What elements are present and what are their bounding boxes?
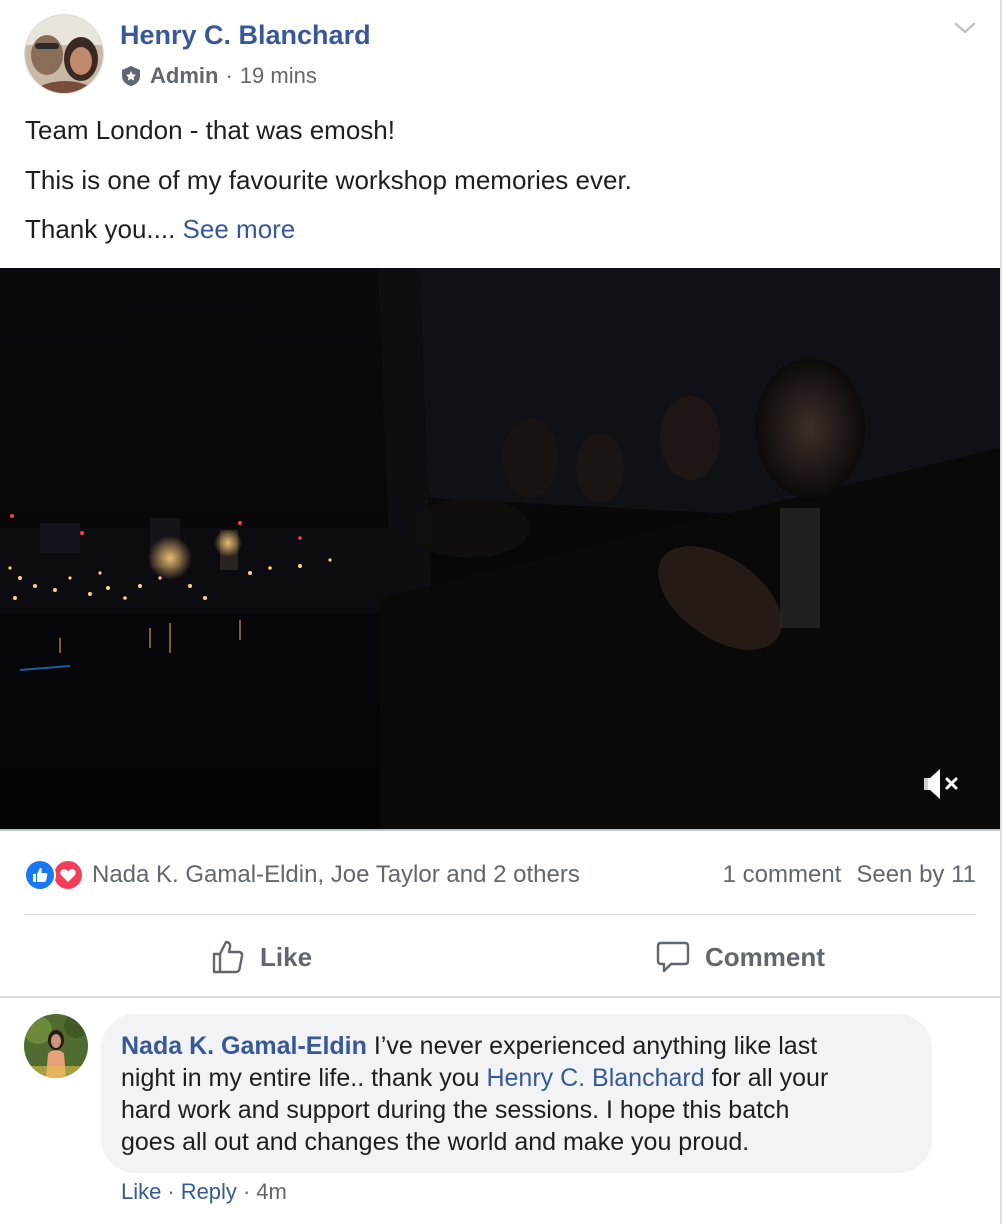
comment-text: I’ve never experienced anything like las… <box>366 1032 818 1060</box>
comment-line: night in my entire life.. thank you Henr… <box>121 1062 912 1094</box>
reactions-summary: Nada K. Gamal-Eldin, Joe Taylor and 2 ot… <box>24 858 976 892</box>
comment-button-label: Comment <box>705 941 825 972</box>
admin-shield-icon <box>120 65 142 87</box>
love-reaction-icon <box>52 859 84 891</box>
comment-line: Nada K. Gamal-Eldin I’ve never experienc… <box>121 1030 912 1062</box>
post-author-name[interactable]: Henry C. Blanchard <box>120 20 371 51</box>
comment-bubble-icon <box>656 941 690 973</box>
reaction-icons[interactable] <box>24 859 84 891</box>
comment-line: hard work and support during the session… <box>121 1096 790 1124</box>
comment-like-link[interactable]: Like <box>121 1179 161 1205</box>
author-avatar[interactable] <box>24 14 104 94</box>
comment-reply-link[interactable]: Reply <box>181 1179 237 1205</box>
see-more-link[interactable]: See more <box>183 214 296 244</box>
post-meta: Admin · 19 mins <box>120 61 317 91</box>
post-timestamp[interactable]: 19 mins <box>240 63 317 89</box>
comment-author-name[interactable]: Nada K. Gamal-Eldin <box>121 1032 367 1060</box>
meta-separator: · <box>225 63 233 88</box>
video-player[interactable] <box>0 268 1000 830</box>
commenter-avatar[interactable] <box>24 1014 88 1078</box>
post-options-chevron-icon[interactable] <box>952 18 978 38</box>
like-button-label: Like <box>260 941 313 972</box>
like-button[interactable]: Like <box>210 932 312 982</box>
like-reaction-icon <box>24 859 56 891</box>
reactors-list[interactable]: Nada K. Gamal-Eldin, Joe Taylor and 2 ot… <box>92 861 580 889</box>
comment-line: goes all out and changes the world and m… <box>121 1128 750 1156</box>
comment-text: night in my entire life.. thank you <box>121 1064 487 1092</box>
post-text-line-last: Thank you.... See more <box>25 214 295 245</box>
post-text-line: This is one of my favourite workshop mem… <box>25 165 632 195</box>
seen-by-count[interactable]: Seen by 11 <box>856 861 976 889</box>
video-border <box>0 829 1000 831</box>
comment-actions: Like · Reply · 4m <box>121 1176 287 1208</box>
divider <box>0 996 1000 998</box>
comments-count-link[interactable]: 1 comment <box>723 861 842 889</box>
comment-timestamp[interactable]: 4m <box>256 1179 287 1205</box>
engagement-counts: 1 comment Seen by 11 <box>723 861 976 889</box>
thumbs-up-icon <box>212 940 244 974</box>
mute-volume-icon[interactable] <box>920 764 964 804</box>
comment-action-separator: · <box>167 1179 175 1204</box>
post-text-truncated: Thank you.... <box>25 214 176 244</box>
comment-bubble: Nada K. Gamal-Eldin I’ve never experienc… <box>101 1014 932 1173</box>
video-frame <box>0 268 1000 830</box>
post-text-line: Team London - that was emosh! <box>25 115 395 145</box>
comment-action-separator: · <box>242 1179 251 1204</box>
divider <box>24 914 976 915</box>
admin-badge: Admin <box>150 63 219 88</box>
mention-link[interactable]: Henry C. Blanchard <box>486 1064 704 1092</box>
comment-button[interactable]: Comment <box>655 932 825 982</box>
comment-text: for all your <box>704 1064 829 1092</box>
feed-post: Henry C. Blanchard Admin · 19 mins Team … <box>0 0 1002 1224</box>
